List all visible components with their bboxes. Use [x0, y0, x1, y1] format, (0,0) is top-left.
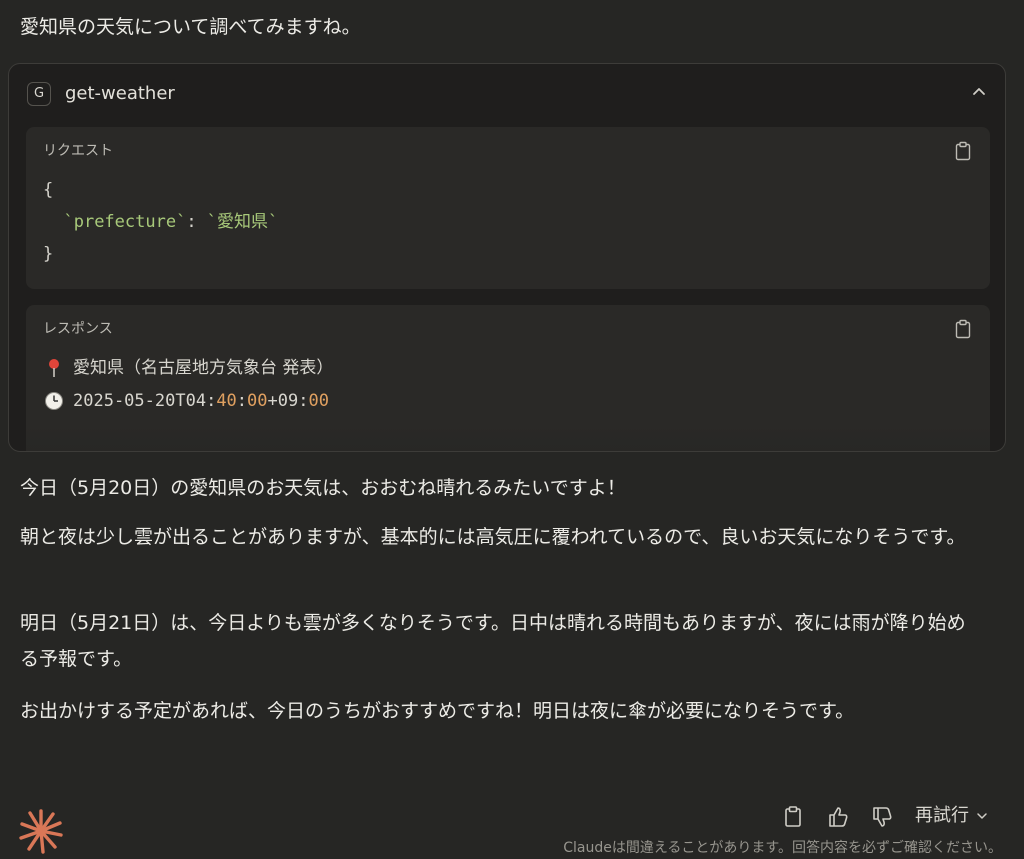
response-panel: レスポンス 愛知県（名古屋地方気象台 発表） 2025-05-20T04:40:…: [26, 305, 990, 451]
response-time: 2025-05-20T04:40:00+09:00: [43, 385, 329, 417]
time-sep: :: [236, 391, 248, 411]
time-prefix: 2025-05-20T04: [73, 391, 207, 411]
code-colon: :: [186, 212, 207, 232]
response-location: 愛知県（名古屋地方気象台 発表）: [43, 352, 333, 384]
retry-label: 再試行: [915, 805, 969, 826]
time-sep: :: [298, 391, 309, 411]
time-sep: :: [206, 391, 217, 411]
tool-name: get-weather: [65, 83, 175, 104]
answer-paragraph-3: 明日（5月21日）は、今日よりも雲が多くなりそうです。日中は晴れる時間もあります…: [20, 612, 966, 670]
time-offset: +09: [267, 391, 299, 411]
response-label: レスポンス: [43, 321, 113, 337]
intro-message: 愛知県の天気について調べてみますね。: [20, 16, 361, 38]
answer-paragraph-4: お出かけする予定があれば、今日のうちがおすすめですね！明日は夜に傘が必要になりそ…: [20, 700, 855, 722]
retry-button[interactable]: 再試行: [915, 802, 989, 830]
clipboard-icon[interactable]: [954, 319, 972, 339]
code-close-brace: }: [43, 244, 54, 264]
chevron-up-icon[interactable]: [967, 80, 991, 104]
answer-paragraph-1: 今日（5月20日）の愛知県のお天気は、おおむね晴れるみたいですよ！: [20, 477, 626, 499]
time-seconds: 00: [247, 391, 268, 411]
code-key: `prefecture`: [63, 212, 187, 232]
code-open-brace: {: [43, 180, 54, 200]
request-code: { `prefecture`: `愛知県` }: [43, 174, 278, 270]
request-panel: リクエスト { `prefecture`: `愛知県` }: [26, 127, 990, 289]
clock-icon: [45, 392, 63, 410]
disclaimer-text: Claudeは間違えることがあります。回答内容を必ずご確認ください。: [563, 840, 1002, 856]
thumbs-up-icon[interactable]: [825, 804, 851, 830]
response-fade: [26, 425, 990, 451]
answer-paragraph-2: 朝と夜は少し雲が出ることがありますが、基本的には高気圧に覆われているので、良いお…: [20, 526, 966, 548]
code-value: `愛知県`: [206, 212, 279, 232]
location-text: 愛知県（名古屋地方気象台 発表）: [73, 358, 334, 378]
message-footer: 再試行 Claudeは間違えることがあります。回答内容を必ずご確認ください。: [0, 790, 1024, 859]
tool-call-card: G get-weather リクエスト { `prefecture`: `愛知県…: [8, 63, 1006, 452]
clipboard-icon[interactable]: [954, 141, 972, 161]
tool-header[interactable]: G get-weather: [9, 64, 1005, 122]
time-minutes: 40: [216, 391, 237, 411]
claude-logo-icon: [19, 809, 63, 854]
copy-icon[interactable]: [780, 804, 806, 830]
thumbs-down-icon[interactable]: [869, 804, 895, 830]
time-offset-minutes: 00: [308, 391, 329, 411]
chevron-down-icon: [977, 813, 987, 819]
tool-badge: G: [27, 82, 51, 106]
pin-icon: [49, 359, 59, 377]
chat-page: 愛知県の天気について調べてみますね。 G get-weather リクエスト {…: [0, 0, 1024, 859]
request-label: リクエスト: [43, 143, 113, 159]
